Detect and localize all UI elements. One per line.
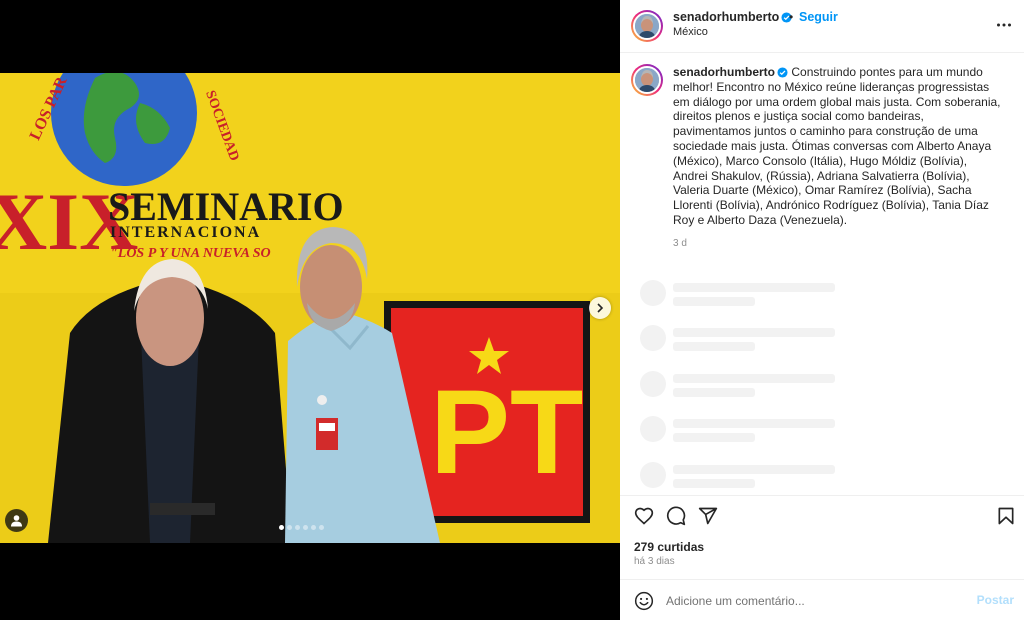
caption-body: Construindo pontes para um mundo melhor!… (673, 65, 1001, 227)
party-logo-text: PT (430, 365, 583, 499)
comment-skeleton (640, 371, 1020, 401)
follow-button[interactable]: Seguir (799, 10, 838, 24)
banner-subtitle: INTERNACIONA (110, 224, 261, 241)
author-username[interactable]: senadorhumberto (673, 10, 792, 24)
caption-avatar[interactable] (631, 64, 663, 96)
avatar-image (633, 12, 661, 40)
tagged-user-icon (11, 515, 22, 527)
post-timestamp[interactable]: há 3 dias (634, 556, 675, 567)
next-slide-icon (597, 303, 604, 313)
comment-input[interactable] (666, 591, 966, 611)
carousel-indicator (279, 525, 324, 530)
carousel-dot (279, 525, 284, 530)
more-options-icon[interactable] (996, 17, 1012, 33)
carousel-dot (303, 525, 308, 530)
comment-skeleton (640, 325, 1020, 355)
post-media: LOS PAR SOCIEDAD XIX SEMINARIO INTERNACI… (0, 0, 620, 620)
avatar-portrait (635, 14, 659, 38)
avatar-portrait (635, 68, 659, 92)
post-photo[interactable]: LOS PAR SOCIEDAD XIX SEMINARIO INTERNACI… (0, 73, 620, 543)
comment-icon[interactable] (666, 506, 686, 526)
photo-illustration: LOS PAR SOCIEDAD XIX SEMINARIO INTERNACI… (0, 73, 620, 543)
next-slide-button[interactable] (589, 297, 611, 319)
comment-bar: Postar (620, 579, 1024, 620)
share-icon[interactable] (698, 506, 718, 526)
banner-title: SEMINARIO (108, 184, 344, 229)
post-comment-button[interactable]: Postar (977, 593, 1014, 607)
comment-skeleton (640, 416, 1020, 446)
header-separator: • (789, 10, 794, 24)
tagged-users-button[interactable] (5, 509, 28, 532)
heart-icon[interactable] (634, 506, 654, 526)
caption-username[interactable]: senadorhumberto (673, 65, 775, 79)
carousel-dot (311, 525, 316, 530)
post-header: senadorhumberto • Seguir México (620, 0, 1024, 53)
caption-timestamp[interactable]: 3 d (673, 238, 1008, 249)
post-side-panel: senadorhumberto • Seguir México senadorh… (620, 0, 1024, 620)
username-text[interactable]: senadorhumberto (673, 10, 779, 24)
comment-skeleton (640, 462, 1020, 492)
carousel-dot (295, 525, 300, 530)
post-location[interactable]: México (673, 26, 708, 38)
avatar-image (633, 66, 661, 94)
save-bookmark-icon[interactable] (996, 506, 1016, 526)
carousel-dot (287, 525, 292, 530)
verified-badge-icon (777, 67, 788, 78)
post-caption: senadorhumberto Construindo pontes para … (620, 53, 1024, 249)
carousel-dot (319, 525, 324, 530)
emoji-icon[interactable] (634, 591, 654, 611)
banner-quote: "LOS P Y UNA NUEVA SO (110, 246, 271, 261)
comment-skeleton (640, 280, 1020, 310)
likes-count[interactable]: 279 curtidas (634, 540, 704, 554)
post-actions: 279 curtidas há 3 dias (620, 495, 1024, 580)
caption-text: senadorhumberto Construindo pontes para … (673, 65, 1003, 228)
author-avatar[interactable] (631, 10, 663, 42)
